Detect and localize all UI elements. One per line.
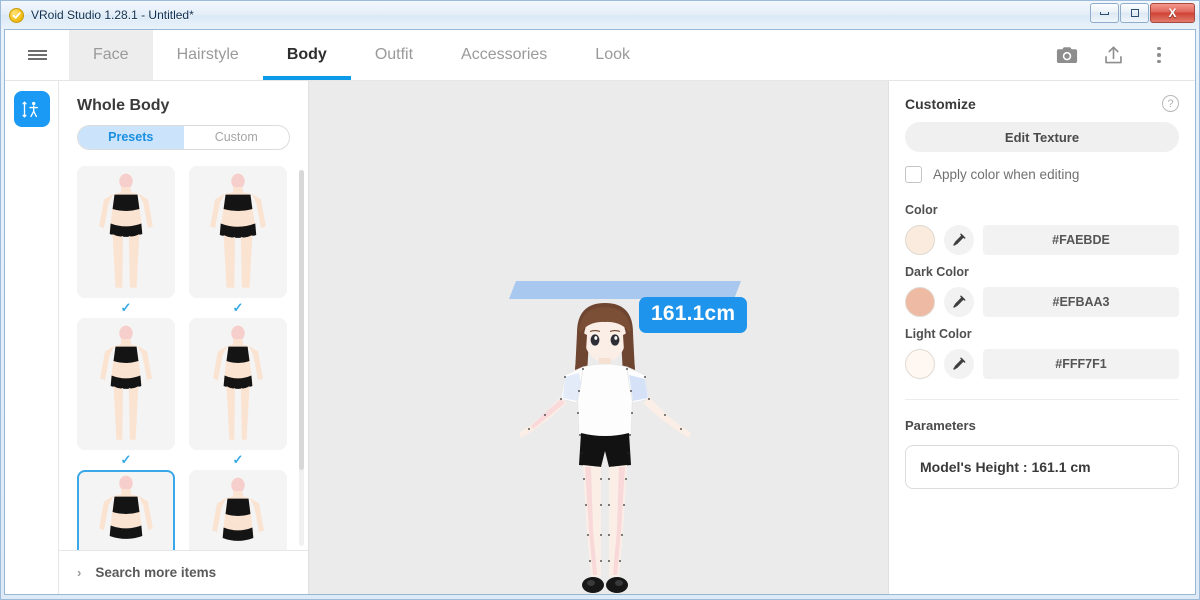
body-figure (79, 168, 173, 298)
preset-check-icon: ✓ (189, 298, 287, 318)
preset-item: ✓ (189, 318, 287, 470)
preset-thumbnail[interactable] (77, 166, 175, 298)
more-options-icon[interactable] (1139, 35, 1179, 75)
tab-accessories[interactable]: Accessories (437, 30, 571, 80)
model-viewport[interactable]: 161.1cm (309, 81, 888, 594)
tab-look[interactable]: Look (571, 30, 654, 80)
preset-check-icon: ✓ (77, 450, 175, 470)
chevron-right-icon: › (77, 565, 81, 580)
preset-item (77, 470, 175, 550)
left-panel: Whole Body Presets Custom (59, 81, 309, 594)
title-bar: VRoid Studio 1.28.1 - Untitled* X (1, 1, 1199, 29)
dark-color-hex-field[interactable]: #EFBAA3 (983, 287, 1179, 317)
apply-color-checkbox-row[interactable]: Apply color when editing (905, 152, 1179, 193)
hamburger-icon[interactable] (5, 30, 69, 80)
preset-check-icon: ✓ (189, 450, 287, 470)
preset-thumbnail[interactable] (77, 318, 175, 450)
minimize-button[interactable] (1090, 3, 1119, 23)
presets-custom-toggle: Presets Custom (77, 125, 290, 150)
top-navigation: Face Hairstyle Body Outfit Accessories L… (5, 30, 1195, 81)
parameters-title: Parameters (905, 400, 1179, 445)
tab-face[interactable]: Face (69, 30, 153, 80)
tab-outfit[interactable]: Outfit (351, 30, 437, 80)
edit-texture-button[interactable]: Edit Texture (905, 122, 1179, 152)
window-controls: X (1090, 3, 1195, 23)
vroid-check-icon (9, 8, 24, 23)
body-measure-icon[interactable] (14, 91, 50, 127)
presets-scrollbar-thumb[interactable] (299, 170, 304, 470)
body-figure (191, 168, 285, 298)
tab-hairstyle[interactable]: Hairstyle (153, 30, 263, 80)
preset-thumbnail[interactable] (189, 470, 287, 550)
search-more-label: Search more items (95, 565, 216, 580)
presets-scrollbar[interactable] (299, 170, 304, 546)
light-color-label: Light Color (905, 327, 1179, 349)
eyedropper-icon[interactable] (944, 287, 974, 317)
help-icon[interactable]: ? (1162, 95, 1179, 112)
color-hex-field[interactable]: #FAEBDE (983, 225, 1179, 255)
body-figure (191, 472, 285, 550)
panel-title: Whole Body (59, 81, 308, 125)
minimize-icon (1100, 12, 1109, 15)
light-color-group: Light Color #FFF7F1 (905, 317, 1179, 379)
presets-grid: ✓ (77, 166, 296, 550)
preset-item: ✓ (189, 166, 287, 318)
light-color-hex-field[interactable]: #FFF7F1 (983, 349, 1179, 379)
preset-item (189, 470, 287, 550)
preset-thumbnail-selected[interactable] (77, 470, 175, 550)
preset-thumbnail[interactable] (189, 166, 287, 298)
restore-icon (1131, 9, 1139, 17)
search-more-items-button[interactable]: › Search more items (59, 550, 308, 594)
main-content: Whole Body Presets Custom (5, 81, 1195, 594)
body-figure (79, 472, 173, 550)
close-button[interactable]: X (1150, 3, 1195, 23)
eyedropper-icon[interactable] (944, 225, 974, 255)
dark-color-group: Dark Color #EFBAA3 (905, 255, 1179, 317)
preset-item: ✓ (77, 318, 175, 470)
tab-body[interactable]: Body (263, 30, 351, 80)
segment-presets[interactable]: Presets (78, 126, 184, 149)
restore-button[interactable] (1120, 3, 1149, 23)
dark-color-label: Dark Color (905, 265, 1179, 287)
export-icon[interactable] (1093, 35, 1133, 75)
character-model[interactable] (505, 295, 705, 594)
preset-check-icon: ✓ (77, 298, 175, 318)
apply-color-label: Apply color when editing (933, 167, 1079, 182)
color-swatch[interactable] (905, 225, 935, 255)
main-tabs: Face Hairstyle Body Outfit Accessories L… (69, 30, 654, 80)
presets-list: ✓ (59, 158, 308, 550)
color-label: Color (905, 203, 1179, 225)
eyedropper-icon[interactable] (944, 349, 974, 379)
apply-color-checkbox[interactable] (905, 166, 922, 183)
dark-color-swatch[interactable] (905, 287, 935, 317)
close-icon: X (1168, 7, 1176, 19)
toolbar-actions (1047, 30, 1195, 80)
tool-rail (5, 81, 59, 594)
preset-thumbnail[interactable] (189, 318, 287, 450)
right-panel: Customize ? Edit Texture Apply color whe… (888, 81, 1195, 594)
camera-icon[interactable] (1047, 35, 1087, 75)
body-figure (79, 320, 173, 450)
customize-title: Customize (905, 96, 976, 112)
segment-custom[interactable]: Custom (184, 126, 290, 149)
window-title: VRoid Studio 1.28.1 - Untitled* (31, 8, 194, 22)
color-group: Color #FAEBDE (905, 193, 1179, 255)
model-height-parameter[interactable]: Model's Height : 161.1 cm (905, 445, 1179, 489)
app-window: VRoid Studio 1.28.1 - Untitled* X Face H… (0, 0, 1200, 600)
light-color-swatch[interactable] (905, 349, 935, 379)
customize-header: Customize ? (905, 81, 1179, 122)
body-figure (191, 320, 285, 450)
client-area: Face Hairstyle Body Outfit Accessories L… (4, 29, 1196, 595)
preset-item: ✓ (77, 166, 175, 318)
